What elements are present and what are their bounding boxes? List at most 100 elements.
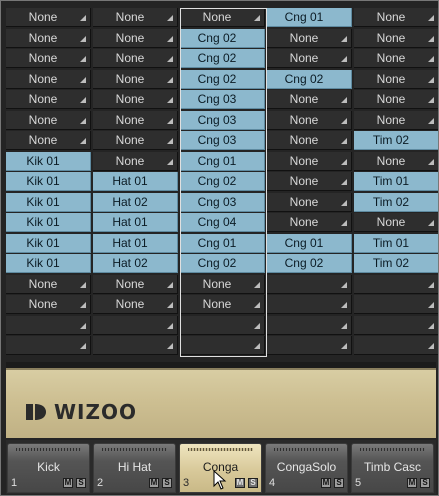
pattern-cell[interactable]: None xyxy=(93,110,178,130)
pattern-cell[interactable]: None xyxy=(6,28,91,48)
pattern-cell[interactable]: Hat 02 xyxy=(93,254,178,273)
pattern-cell[interactable]: None xyxy=(93,295,178,314)
pattern-cell[interactable]: Cng 02 xyxy=(180,254,265,273)
pattern-cell[interactable]: None xyxy=(93,28,178,48)
pattern-cell[interactable]: Cng 03 xyxy=(180,131,265,150)
pattern-cell[interactable] xyxy=(6,315,91,335)
pattern-cell[interactable]: Cng 01 xyxy=(180,233,265,253)
pattern-cell[interactable]: None xyxy=(93,131,178,150)
pattern-cell[interactable]: None xyxy=(93,274,178,294)
track-tab[interactable]: Timb Casc 5 M S xyxy=(351,443,434,493)
pattern-cell[interactable] xyxy=(354,315,439,335)
pattern-cell[interactable]: None xyxy=(354,151,439,171)
pattern-cell[interactable]: None xyxy=(354,69,439,89)
pattern-cell[interactable]: None xyxy=(354,213,439,232)
pattern-cell[interactable]: Cng 02 xyxy=(180,28,265,48)
pattern-cell[interactable] xyxy=(180,315,265,335)
pattern-cell[interactable] xyxy=(354,295,439,314)
pattern-cell[interactable]: None xyxy=(180,295,265,314)
pattern-cell[interactable]: Tim 01 xyxy=(354,172,439,191)
pattern-cell[interactable] xyxy=(93,315,178,335)
pattern-cell[interactable]: None xyxy=(267,131,352,150)
pattern-cell[interactable]: Cng 03 xyxy=(180,90,265,109)
pattern-cell[interactable]: Hat 01 xyxy=(93,233,178,253)
pattern-cell[interactable]: None xyxy=(93,151,178,171)
track-tab[interactable]: Kick 1 M S xyxy=(7,443,90,493)
pattern-cell[interactable]: None xyxy=(93,8,178,27)
pattern-cell[interactable]: Tim 01 xyxy=(354,233,439,253)
pattern-cell[interactable]: None xyxy=(354,110,439,130)
pattern-cell[interactable] xyxy=(6,336,91,355)
pattern-cell[interactable]: Cng 02 xyxy=(267,254,352,273)
pattern-cell[interactable]: Tim 02 xyxy=(354,254,439,273)
pattern-cell[interactable]: None xyxy=(354,90,439,109)
pattern-cell[interactable]: Kik 01 xyxy=(6,172,91,191)
tab-grip[interactable] xyxy=(102,448,167,451)
pattern-cell[interactable]: Kik 01 xyxy=(6,233,91,253)
pattern-cell[interactable] xyxy=(93,336,178,355)
pattern-cell[interactable]: None xyxy=(267,213,352,232)
pattern-cell[interactable]: None xyxy=(267,90,352,109)
pattern-cell[interactable]: Cng 02 xyxy=(267,69,352,89)
pattern-cell[interactable]: None xyxy=(180,274,265,294)
pattern-cell[interactable]: Kik 01 xyxy=(6,151,91,171)
pattern-cell[interactable]: Tim 02 xyxy=(354,192,439,212)
pattern-cell[interactable]: None xyxy=(93,69,178,89)
mute-button[interactable]: M xyxy=(149,478,159,488)
solo-button[interactable]: S xyxy=(162,478,172,488)
tab-grip[interactable] xyxy=(188,448,253,451)
pattern-cell[interactable] xyxy=(267,295,352,314)
pattern-cell[interactable]: None xyxy=(267,28,352,48)
pattern-cell[interactable]: Kik 01 xyxy=(6,192,91,212)
mute-button[interactable]: M xyxy=(321,478,331,488)
pattern-cell[interactable]: None xyxy=(93,49,178,68)
pattern-cell[interactable]: Hat 01 xyxy=(93,172,178,191)
pattern-cell[interactable]: Cng 04 xyxy=(180,213,265,232)
pattern-cell[interactable]: Kik 01 xyxy=(6,254,91,273)
pattern-cell[interactable]: Cng 02 xyxy=(180,172,265,191)
tab-grip[interactable] xyxy=(16,448,81,451)
solo-button[interactable]: S xyxy=(420,478,430,488)
pattern-cell[interactable]: None xyxy=(6,110,91,130)
pattern-cell[interactable]: None xyxy=(6,274,91,294)
pattern-cell[interactable]: None xyxy=(93,90,178,109)
pattern-cell[interactable] xyxy=(267,315,352,335)
pattern-cell[interactable] xyxy=(180,336,265,355)
pattern-cell[interactable]: Cng 01 xyxy=(267,8,352,27)
pattern-cell[interactable]: Cng 01 xyxy=(267,233,352,253)
tab-grip[interactable] xyxy=(360,448,425,451)
pattern-cell[interactable] xyxy=(354,274,439,294)
pattern-cell[interactable]: None xyxy=(6,295,91,314)
track-tab[interactable]: CongaSolo 4 M S xyxy=(265,443,348,493)
track-tab[interactable]: Hi Hat 2 M S xyxy=(93,443,176,493)
pattern-cell[interactable] xyxy=(267,274,352,294)
tab-grip[interactable] xyxy=(274,448,339,451)
pattern-cell[interactable]: None xyxy=(354,8,439,27)
pattern-cell[interactable] xyxy=(354,336,439,355)
pattern-cell[interactable]: Tim 02 xyxy=(354,131,439,150)
pattern-cell[interactable]: Cng 03 xyxy=(180,192,265,212)
pattern-cell[interactable]: None xyxy=(267,192,352,212)
pattern-cell[interactable]: None xyxy=(6,8,91,27)
pattern-cell[interactable]: None xyxy=(6,69,91,89)
solo-button[interactable]: S xyxy=(334,478,344,488)
pattern-cell[interactable]: Cng 03 xyxy=(180,110,265,130)
pattern-cell[interactable]: None xyxy=(267,151,352,171)
pattern-cell[interactable]: None xyxy=(6,49,91,68)
pattern-cell[interactable]: Cng 02 xyxy=(180,49,265,68)
pattern-cell[interactable]: Hat 01 xyxy=(93,213,178,232)
mute-button[interactable]: M xyxy=(235,478,245,488)
solo-button[interactable]: S xyxy=(76,478,86,488)
pattern-cell[interactable]: Hat 02 xyxy=(93,192,178,212)
pattern-cell[interactable]: None xyxy=(6,90,91,109)
mute-button[interactable]: M xyxy=(407,478,417,488)
pattern-cell[interactable]: None xyxy=(267,49,352,68)
solo-button[interactable]: S xyxy=(248,478,258,488)
pattern-cell[interactable]: Kik 01 xyxy=(6,213,91,232)
pattern-cell[interactable]: None xyxy=(267,172,352,191)
pattern-cell[interactable]: None xyxy=(180,8,265,27)
pattern-cell[interactable] xyxy=(267,336,352,355)
pattern-cell[interactable]: None xyxy=(354,49,439,68)
pattern-cell[interactable]: Cng 02 xyxy=(180,69,265,89)
pattern-cell[interactable]: None xyxy=(267,110,352,130)
